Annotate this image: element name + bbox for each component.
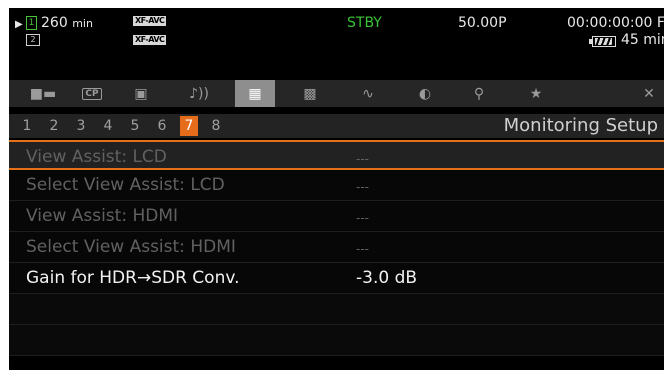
- page-8[interactable]: 8: [207, 116, 225, 136]
- menu-item-label: Gain for HDR→SDR Conv.: [26, 268, 240, 288]
- monitoring-setup-icon: ▦: [248, 85, 262, 102]
- menu-tab-bar: ■▬ CP ▣ ♪)) ▦ ▩ ∿ ◐ ⚲ ★ ✕: [9, 80, 664, 107]
- menu-item-gain-hdr-sdr[interactable]: Gain for HDR→SDR Conv. -3.0 dB: [9, 263, 664, 294]
- tab-recording-setup[interactable]: ▣: [121, 80, 161, 107]
- cp-icon: CP: [82, 87, 102, 100]
- page-6[interactable]: 6: [153, 116, 171, 136]
- tab-custom-picture[interactable]: CP: [72, 80, 112, 107]
- close-icon: ✕: [643, 85, 655, 102]
- menu-item-value: ---: [356, 242, 369, 256]
- battery-icon: [589, 36, 616, 47]
- waveform-icon: ∿: [362, 85, 374, 102]
- tab-network[interactable]: ◐: [405, 80, 445, 107]
- section-title: Monitoring Setup: [503, 115, 658, 136]
- menu-item-value: -3.0 dB: [356, 268, 418, 288]
- camera-icon: ■▬: [29, 85, 57, 102]
- tab-monitoring-setup[interactable]: ▦: [235, 80, 275, 107]
- page-3[interactable]: 3: [72, 116, 90, 136]
- page-7[interactable]: 7: [180, 116, 198, 136]
- recording-media-icon: ▩: [303, 85, 317, 102]
- menu-item-label: View Assist: HDMI: [26, 206, 179, 226]
- remaining-time: 260 min: [41, 15, 93, 31]
- page-1[interactable]: 1: [18, 116, 36, 136]
- recording-format-badge-2: XF-AVC: [133, 35, 167, 45]
- menu-item-view-assist-hdmi[interactable]: View Assist: HDMI ---: [9, 201, 664, 232]
- menu-item-label: Select View Assist: HDMI: [26, 237, 236, 257]
- recording-mode-status: STBY: [347, 15, 382, 31]
- play-icon: ▶: [15, 19, 23, 30]
- recording-format-badge: XF-AVC: [133, 16, 167, 26]
- menu-item-value: ---: [356, 180, 369, 194]
- menu-item-list: View Assist: LCD --- Select View Assist:…: [9, 140, 664, 356]
- menu-item-select-view-assist-lcd[interactable]: Select View Assist: LCD ---: [9, 170, 664, 201]
- menu-item-label: View Assist: LCD: [26, 147, 167, 167]
- page-4[interactable]: 4: [99, 116, 117, 136]
- menu-item-view-assist-lcd[interactable]: View Assist: LCD ---: [9, 140, 664, 170]
- tab-system[interactable]: ⚲: [459, 80, 499, 107]
- page-selector: 1 2 3 4 5 6 7 8 Monitoring Setup: [9, 114, 664, 138]
- wrench-icon: ⚲: [473, 85, 485, 102]
- tab-audio-setup[interactable]: ♪)): [179, 80, 219, 107]
- timecode: 00:00:00:00 F: [567, 15, 664, 31]
- menu-item-select-view-assist-hdmi[interactable]: Select View Assist: HDMI ---: [9, 232, 664, 263]
- star-icon: ★: [529, 85, 543, 102]
- page-5[interactable]: 5: [126, 116, 144, 136]
- network-icon: ◐: [418, 85, 432, 102]
- audio-icon: ♪)): [189, 85, 209, 102]
- battery-remaining: 45 min: [621, 32, 664, 48]
- empty-menu-row: [9, 294, 664, 325]
- status-bar: ▶ 1 2 260 min XF-AVC XF-AVC STBY 50.00P …: [9, 8, 664, 78]
- tab-my-menu[interactable]: ★: [516, 80, 556, 107]
- recording-setup-icon: ▣: [134, 85, 148, 102]
- camera-menu-screen: ▶ 1 2 260 min XF-AVC XF-AVC STBY 50.00P …: [9, 8, 664, 370]
- tab-camera-setup[interactable]: ■▬: [23, 80, 63, 107]
- empty-menu-row: [9, 325, 664, 356]
- frame-rate: 50.00P: [458, 15, 507, 31]
- close-menu-button[interactable]: ✕: [629, 80, 664, 107]
- menu-item-value: ---: [356, 211, 369, 225]
- tab-system-setup[interactable]: ∿: [348, 80, 388, 107]
- card-slot-2-icon: 2: [26, 34, 40, 46]
- card-slot-icon: 1: [26, 16, 37, 30]
- menu-item-value: ---: [356, 152, 369, 166]
- page-2[interactable]: 2: [45, 116, 63, 136]
- tab-recording-media[interactable]: ▩: [290, 80, 330, 107]
- menu-item-label: Select View Assist: LCD: [26, 175, 225, 195]
